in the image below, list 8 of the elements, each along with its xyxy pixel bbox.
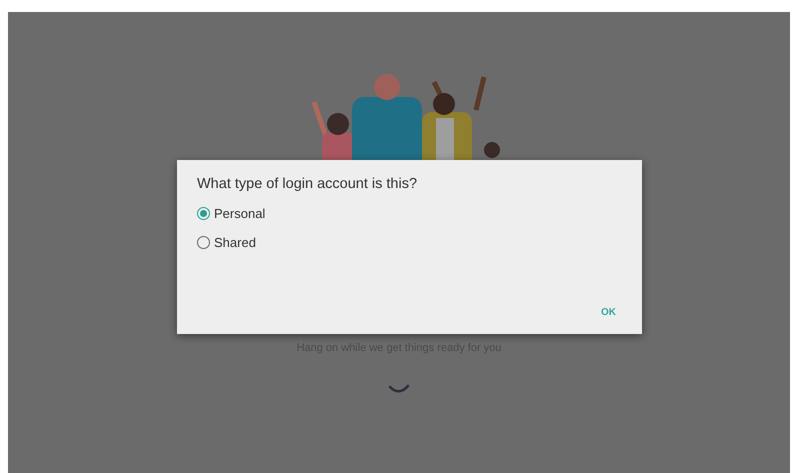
radio-option[interactable]: Shared: [197, 235, 256, 250]
radio-option[interactable]: Personal: [197, 206, 266, 221]
radio-icon[interactable]: [197, 236, 210, 249]
dialog-title: What type of login account is this?: [197, 176, 418, 192]
radio-icon[interactable]: [197, 207, 210, 220]
option-label: Shared: [214, 235, 256, 250]
option-label: Personal: [214, 206, 266, 221]
loading-spinner-icon: [388, 384, 410, 394]
